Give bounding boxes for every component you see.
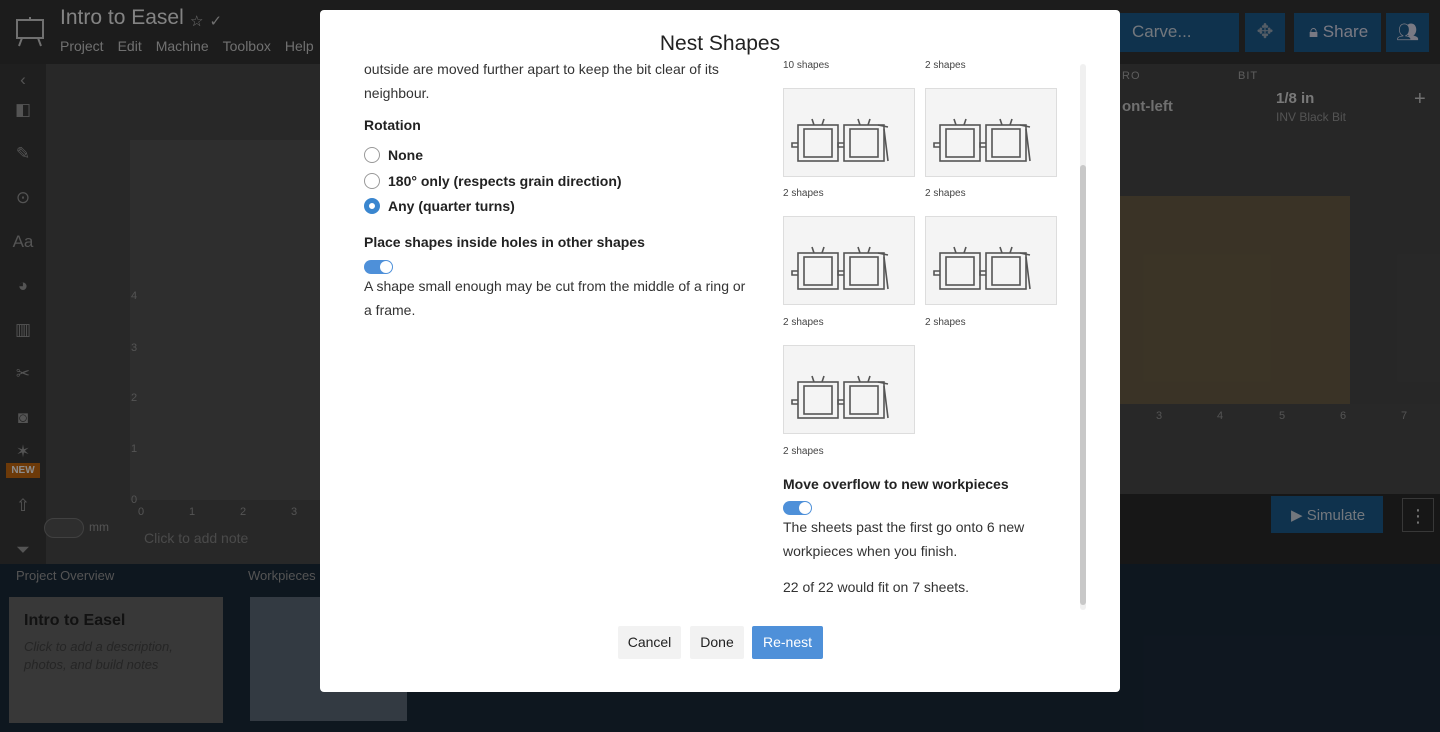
easel-pair-shape bbox=[791, 375, 889, 419]
radio-button[interactable] bbox=[364, 147, 380, 163]
sheet-caption: 2 shapes bbox=[925, 60, 966, 71]
nest-shapes-dialog: Nest Shapes outside are moved further ap… bbox=[320, 10, 1120, 692]
easel-pair-shape bbox=[933, 246, 1031, 290]
scrollbar-thumb[interactable] bbox=[1080, 165, 1086, 605]
sheet-caption: 2 shapes bbox=[925, 188, 966, 199]
holes-description: A shape small enough may be cut from the… bbox=[364, 278, 746, 318]
sheet-caption: 2 shapes bbox=[925, 317, 966, 328]
holes-toggle[interactable] bbox=[364, 260, 393, 274]
sheet-caption: 10 shapes bbox=[783, 60, 830, 71]
rotation-option-180[interactable]: 180° only (respects grain direction) bbox=[364, 173, 622, 189]
sheet-thumbnail[interactable] bbox=[783, 88, 915, 177]
rotation-option-label: None bbox=[388, 147, 423, 163]
holes-heading: Place shapes inside holes in other shape… bbox=[364, 234, 645, 250]
easel-pair-shape bbox=[791, 246, 889, 290]
sheet-caption: 2 shapes bbox=[783, 317, 824, 328]
dialog-title: Nest Shapes bbox=[659, 32, 781, 55]
rotation-option-any[interactable]: Any (quarter turns) bbox=[364, 198, 515, 214]
rotation-option-none[interactable]: None bbox=[364, 147, 423, 163]
fit-summary: 22 of 22 would fit on 7 sheets. bbox=[783, 579, 970, 595]
rotation-heading: Rotation bbox=[364, 117, 421, 133]
overflow-heading: Move overflow to new workpieces bbox=[783, 476, 1009, 492]
overflow-description: The sheets past the first go onto 6 new … bbox=[783, 519, 1025, 559]
easel-pair-shape bbox=[791, 118, 889, 162]
cancel-button[interactable]: Cancel bbox=[618, 626, 681, 659]
radio-button-selected[interactable] bbox=[364, 198, 380, 214]
sheet-thumbnail[interactable] bbox=[783, 216, 915, 305]
sheet-thumbnail[interactable] bbox=[925, 88, 1057, 177]
rotation-option-label: Any (quarter turns) bbox=[388, 198, 515, 214]
sheet-thumbnail[interactable] bbox=[925, 216, 1057, 305]
overflow-toggle[interactable] bbox=[783, 501, 812, 515]
done-button[interactable]: Done bbox=[690, 626, 744, 659]
sheet-thumbnail[interactable] bbox=[783, 345, 915, 434]
re-nest-button[interactable]: Re-nest bbox=[752, 626, 823, 659]
sheet-caption: 2 shapes bbox=[783, 446, 824, 457]
rotation-option-label: 180° only (respects grain direction) bbox=[388, 173, 622, 189]
easel-pair-shape bbox=[933, 118, 1031, 162]
intro-text: outside are moved further apart to keep … bbox=[364, 61, 719, 101]
sheet-caption: 2 shapes bbox=[783, 188, 824, 199]
radio-button[interactable] bbox=[364, 173, 380, 189]
